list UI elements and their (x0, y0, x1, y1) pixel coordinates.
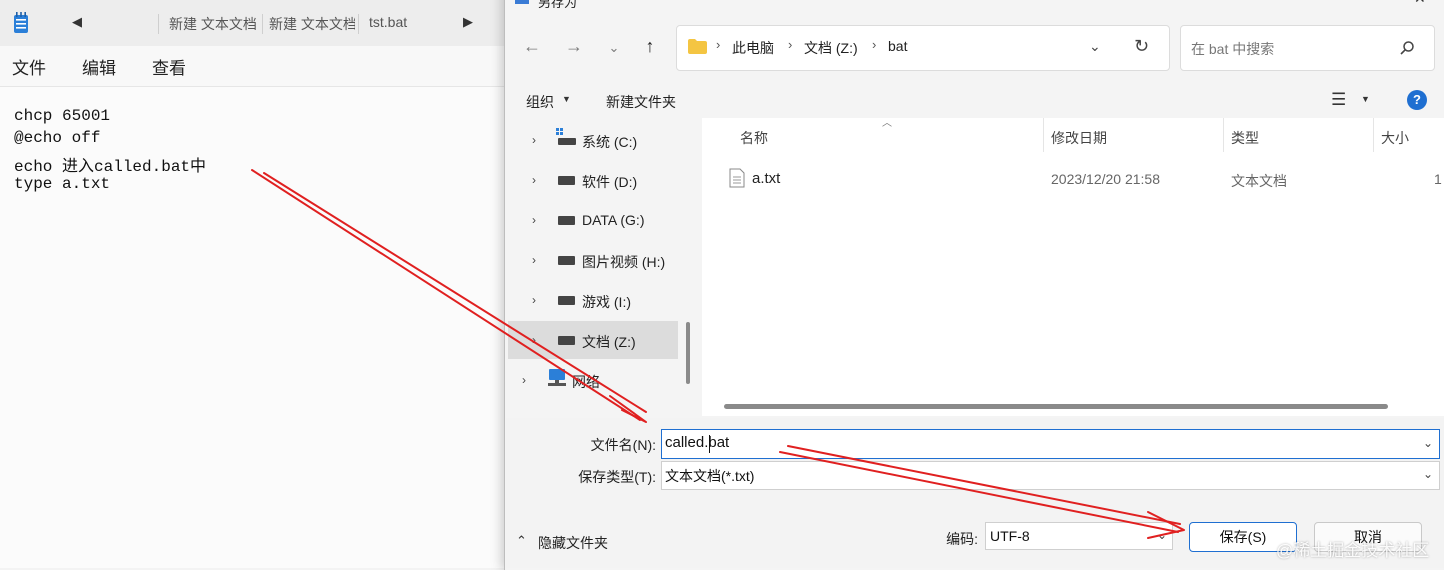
tab-new-text-1[interactable]: 新建 文本文档 (169, 14, 257, 34)
hide-folders-button[interactable]: 隐藏文件夹 (538, 533, 608, 553)
text-file-icon (729, 168, 745, 188)
code-line: echo 进入called.bat中 (14, 158, 207, 176)
chevron-right-icon[interactable]: › (532, 213, 536, 227)
tab-divider (262, 14, 263, 34)
filetype-value: 文本文档(*.txt) (665, 468, 755, 484)
code-line: type a.txt (14, 175, 111, 193)
nav-label: 游戏 (I:) (582, 294, 631, 310)
encoding-label: 编码: (946, 531, 978, 547)
notepad-icon (14, 12, 28, 33)
nav-label: 文档 (Z:) (582, 334, 636, 350)
windows-drive-icon (556, 128, 576, 145)
nav-label: 系统 (C:) (582, 134, 638, 150)
chevron-left-icon[interactable]: ◀ (72, 14, 82, 30)
chevron-right-icon[interactable]: › (532, 133, 536, 147)
search-icon[interactable] (1399, 40, 1415, 56)
code-line: chcp 65001 (14, 107, 111, 125)
dialog-title: 另存为 (538, 0, 578, 10)
column-header-modified[interactable]: 修改日期 (1051, 128, 1107, 148)
nav-label: 网络 (572, 374, 600, 390)
file-name: a.txt (752, 170, 781, 187)
view-options-icon[interactable]: ☰ (1331, 90, 1346, 110)
filename-input[interactable]: called.bat (665, 434, 729, 451)
column-divider[interactable] (1043, 118, 1044, 152)
chevron-up-icon[interactable]: ⌃ (516, 533, 527, 549)
filename-label: 文件名(N): (590, 437, 656, 453)
breadcrumb-separator-icon: › (716, 37, 721, 52)
chevron-right-icon[interactable]: › (532, 253, 536, 267)
column-divider[interactable] (1373, 118, 1374, 152)
breadcrumb-separator-icon: › (788, 37, 793, 52)
up-arrow-icon[interactable]: ↑ (638, 36, 662, 57)
column-header-size[interactable]: 大小 (1381, 128, 1409, 148)
chevron-down-icon[interactable]: ⌄ (1423, 436, 1433, 450)
nav-item-drive-d[interactable]: › 软件 (D:) (508, 162, 678, 198)
search-input[interactable]: 在 bat 中搜索 (1191, 39, 1274, 59)
recent-chevron-icon[interactable]: ⌄ (602, 40, 626, 56)
drive-icon (558, 256, 575, 265)
horizontal-scrollbar[interactable] (724, 404, 1388, 409)
chevron-right-icon[interactable]: › (532, 293, 536, 307)
tab-tst-bat[interactable]: tst.bat (369, 14, 449, 30)
refresh-icon[interactable]: ↻ (1134, 36, 1149, 57)
drive-icon (558, 216, 575, 225)
chevron-down-icon[interactable]: ⌄ (1089, 38, 1101, 55)
column-divider[interactable] (1223, 118, 1224, 152)
menu-view[interactable]: 查看 (152, 54, 186, 79)
drive-icon (558, 176, 575, 185)
column-header-type[interactable]: 类型 (1231, 128, 1259, 148)
drive-icon (558, 296, 575, 305)
breadcrumb-this-pc[interactable]: 此电脑 (732, 38, 774, 58)
filename-field[interactable] (661, 429, 1440, 459)
filetype-label: 保存类型(T): (578, 469, 656, 485)
tab-new-text-2[interactable]: 新建 文本文档 (269, 14, 355, 34)
file-modified: 2023/12/20 21:58 (1051, 171, 1160, 187)
text-caret (709, 435, 710, 453)
nav-scrollbar[interactable] (686, 322, 690, 384)
help-icon[interactable]: ? (1407, 90, 1427, 110)
folder-icon (688, 39, 707, 54)
network-icon (548, 369, 566, 386)
column-header-name[interactable]: 名称 (740, 128, 768, 148)
breadcrumb-separator-icon: › (872, 37, 877, 52)
chevron-down-icon[interactable]: ⌄ (1423, 467, 1433, 481)
code-line: @echo off (14, 129, 101, 147)
organize-button[interactable]: 组织 (526, 92, 554, 112)
tab-divider (358, 14, 359, 34)
tab-divider (158, 14, 159, 34)
chevron-right-icon[interactable]: › (532, 333, 536, 347)
file-type: 文本文档 (1231, 173, 1287, 189)
menu-file[interactable]: 文件 (12, 54, 46, 79)
menu-edit[interactable]: 编辑 (82, 54, 116, 79)
drive-icon (558, 336, 575, 345)
file-size: 1 (1434, 171, 1442, 187)
sort-up-icon: ︿ (882, 118, 892, 129)
nav-item-drive-g[interactable]: › DATA (G:) (508, 202, 678, 238)
breadcrumb-bat[interactable]: bat (888, 38, 907, 54)
chevron-right-icon[interactable]: ▶ (463, 14, 473, 30)
watermark: @稀土掘金技术社区 (1276, 541, 1430, 560)
chevron-right-icon[interactable]: › (532, 173, 536, 187)
chevron-right-icon[interactable]: › (522, 373, 526, 387)
notepad-menu-bar (0, 46, 506, 87)
save-icon (515, 0, 529, 4)
nav-item-drive-c[interactable]: › 系统 (C:) (508, 122, 678, 158)
nav-item-drive-h[interactable]: › 图片视频 (H:) (508, 242, 678, 278)
back-arrow-icon[interactable]: ← (520, 36, 544, 57)
forward-arrow-icon[interactable]: → (562, 36, 586, 57)
new-folder-button[interactable]: 新建文件夹 (606, 92, 676, 112)
chevron-down-icon[interactable]: ⌄ (1157, 528, 1167, 542)
caret-down-icon[interactable]: ▼ (1361, 94, 1370, 104)
nav-label: DATA (G:) (582, 212, 645, 228)
nav-label: 软件 (D:) (582, 174, 638, 190)
nav-item-network[interactable]: › 网络 (508, 362, 678, 398)
nav-item-drive-z[interactable]: › 文档 (Z:) (508, 321, 678, 359)
nav-item-drive-i[interactable]: › 游戏 (I:) (508, 282, 678, 318)
encoding-value: UTF-8 (990, 528, 1030, 544)
close-icon[interactable]: ✕ (1414, 0, 1426, 7)
filetype-select[interactable] (661, 461, 1440, 490)
breadcrumb-drive-z[interactable]: 文档 (Z:) (804, 38, 858, 58)
nav-label: 图片视频 (H:) (582, 254, 666, 270)
caret-down-icon: ▼ (562, 94, 571, 104)
